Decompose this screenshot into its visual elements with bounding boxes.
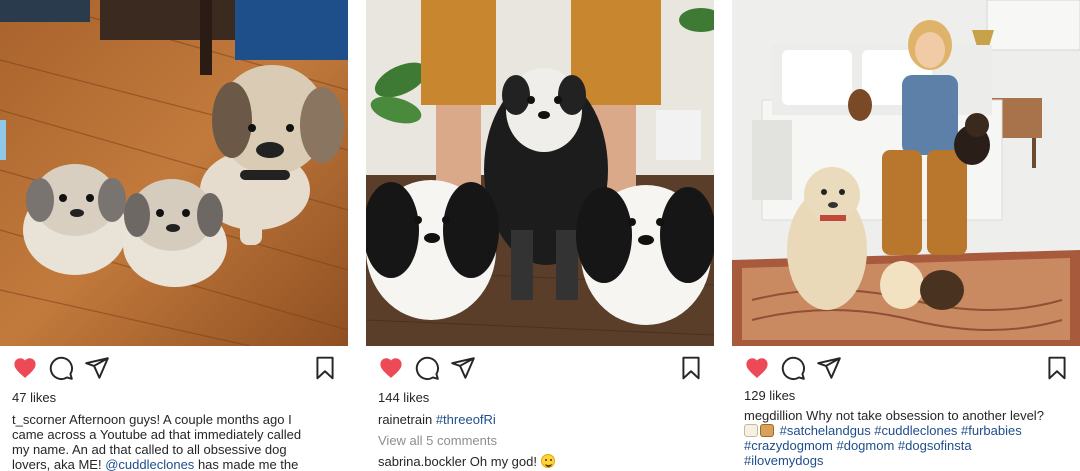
mention-link[interactable]: @cuddleclones bbox=[105, 457, 194, 471]
post-3: 129 likes megdillion Why not take obsess… bbox=[732, 0, 1080, 471]
caption-text: lovers, aka ME! bbox=[12, 457, 102, 471]
post-1-photo[interactable] bbox=[0, 0, 348, 346]
comment-icon[interactable] bbox=[780, 355, 806, 381]
post-2-actions bbox=[378, 355, 704, 383]
likes-count[interactable]: 129 likes bbox=[744, 388, 795, 403]
hashtag-link[interactable]: #threeofRi bbox=[436, 412, 496, 427]
dog-emoji-icon bbox=[744, 424, 758, 437]
post-1-actions bbox=[12, 355, 338, 383]
comment-text: Oh my god! bbox=[469, 454, 537, 469]
share-icon[interactable] bbox=[450, 355, 476, 381]
dog-photo-three-dogs bbox=[366, 0, 714, 346]
bookmark-icon[interactable] bbox=[312, 355, 338, 381]
caption-text: Why not take obsession to another level? bbox=[806, 408, 1044, 423]
post-2-photo[interactable] bbox=[366, 0, 714, 346]
post-1: 47 likes t_scorner Afternoon guys! A cou… bbox=[0, 0, 348, 471]
post-3-photo[interactable] bbox=[732, 0, 1080, 346]
post-2: 144 likes rainetrain #threeofRi View all… bbox=[366, 0, 714, 471]
heart-icon[interactable] bbox=[12, 355, 38, 381]
likes-count[interactable]: 47 likes bbox=[12, 390, 56, 405]
post-caption: t_scorner Afternoon guys! A couple month… bbox=[12, 412, 342, 471]
username[interactable]: rainetrain bbox=[378, 412, 432, 427]
view-all-comments-link[interactable]: View all 5 comments bbox=[378, 433, 708, 448]
smile-emoji-icon bbox=[540, 454, 555, 468]
bookmark-icon[interactable] bbox=[678, 355, 704, 381]
bookmark-icon[interactable] bbox=[1044, 355, 1070, 381]
likes-count[interactable]: 144 likes bbox=[378, 390, 429, 405]
squirrel-emoji-icon bbox=[760, 424, 774, 437]
hashtag-link[interactable]: #ilovemydogs bbox=[744, 453, 1074, 468]
caption-text: my name. An ad that called to all obsess… bbox=[12, 442, 287, 457]
share-icon[interactable] bbox=[816, 355, 842, 381]
comment-username[interactable]: sabrina.bockler bbox=[378, 454, 466, 469]
post-caption: rainetrain #threeofRi View all 5 comment… bbox=[378, 412, 708, 469]
post-3-actions bbox=[744, 355, 1070, 383]
username[interactable]: t_scorner bbox=[12, 412, 66, 427]
username[interactable]: megdillion bbox=[744, 408, 803, 423]
dog-photo-bedroom bbox=[732, 0, 1080, 346]
comment-icon[interactable] bbox=[414, 355, 440, 381]
comment-icon[interactable] bbox=[48, 355, 74, 381]
post-caption: megdillion Why not take obsession to ano… bbox=[744, 408, 1074, 468]
heart-icon[interactable] bbox=[744, 355, 770, 381]
hashtag-link[interactable]: #satchelandgus #cuddleclones #furbabies bbox=[780, 423, 1022, 438]
hashtag-link[interactable]: #crazydogmom #dogmom #dogsofinsta bbox=[744, 438, 1074, 453]
caption-text: Afternoon guys! A couple months ago I bbox=[69, 412, 292, 427]
caption-text: has made me the bbox=[197, 457, 299, 471]
share-icon[interactable] bbox=[84, 355, 110, 381]
caption-text: came across a Youtube ad that immediatel… bbox=[12, 427, 302, 442]
heart-icon[interactable] bbox=[378, 355, 404, 381]
dog-photo-wood-floor bbox=[0, 0, 348, 346]
